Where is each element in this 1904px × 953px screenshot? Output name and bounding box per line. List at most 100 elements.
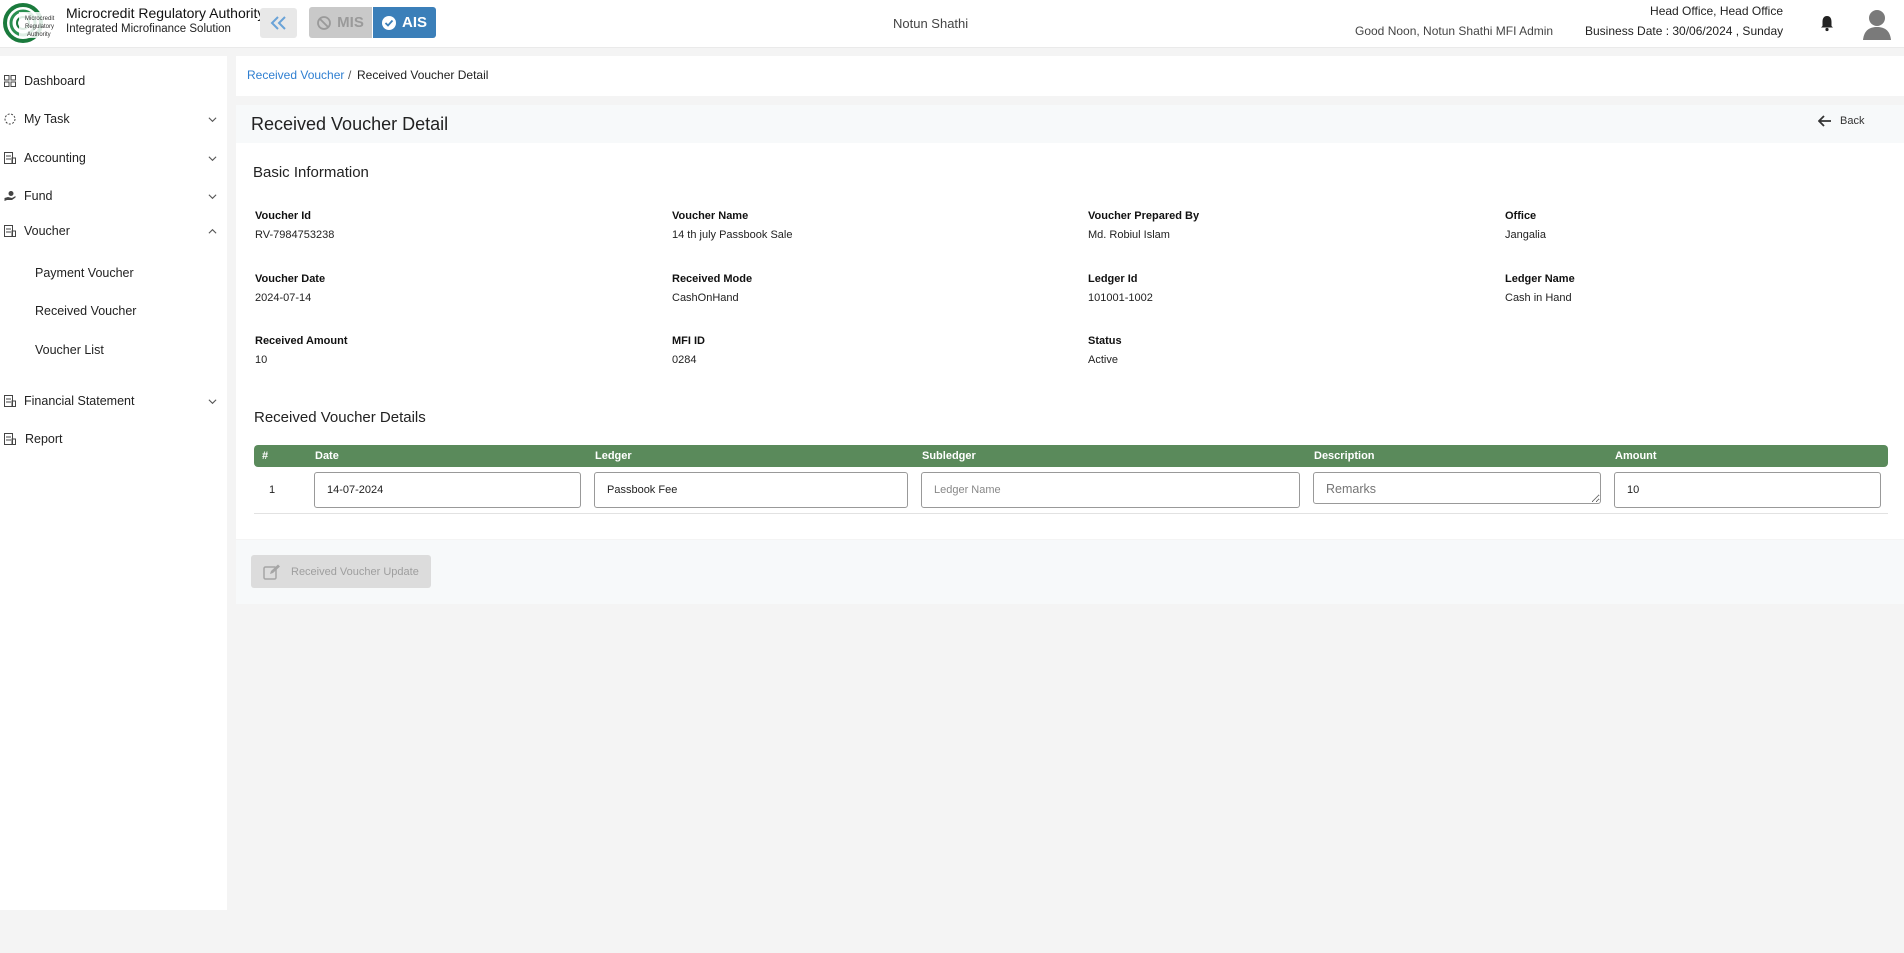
column-header-index: # — [262, 450, 269, 462]
form-footer: Received Voucher Update — [236, 540, 1904, 604]
chevron-down-icon — [208, 155, 217, 161]
field-label: Received Mode — [672, 273, 753, 285]
field-value-ledger-id: 101001-1002 — [1088, 292, 1153, 304]
field-label: Voucher Name — [672, 210, 749, 222]
field-label: Office — [1505, 210, 1537, 222]
description-textarea[interactable] — [1313, 472, 1601, 504]
chevron-up-icon — [208, 228, 217, 234]
chevron-down-icon — [208, 193, 217, 199]
user-greeting: Good Noon, Notun Shathi MFI Admin — [1355, 24, 1554, 38]
sidebar-item-financial-statement[interactable]: Financial Statement — [0, 386, 227, 416]
column-header-date: Date — [315, 450, 339, 462]
amount-input[interactable]: 10 — [1614, 472, 1881, 508]
notification-bell-icon[interactable] — [1818, 14, 1836, 32]
breadcrumb-current: Received Voucher Detail — [357, 68, 489, 82]
sidebar-subitem-voucher-list[interactable]: Voucher List — [35, 343, 104, 357]
column-header-description: Description — [1314, 450, 1375, 462]
field-value-voucher-date: 2024-07-14 — [255, 292, 312, 304]
field-value-ledger-name: Cash in Hand — [1505, 292, 1572, 304]
field-value-voucher-id: RV-7984753238 — [255, 229, 335, 241]
field-value-mfi-id: 0284 — [672, 354, 697, 366]
field-label: Status — [1088, 335, 1122, 347]
office-name: Head Office, Head Office — [1650, 4, 1783, 18]
grid-icon — [4, 75, 16, 87]
page-title: Received Voucher Detail — [251, 114, 449, 134]
sidebar-item-accounting[interactable]: Accounting — [0, 143, 227, 173]
column-header-ledger: Ledger — [595, 450, 632, 462]
organization-name: Notun Shathi — [893, 16, 969, 31]
user-avatar[interactable] — [1862, 8, 1892, 40]
check-circle-icon — [381, 15, 396, 30]
column-header-subledger: Subledger — [922, 450, 976, 462]
field-label: Ledger Id — [1088, 273, 1138, 285]
ledger-icon — [4, 152, 16, 164]
received-voucher-update-button[interactable]: Received Voucher Update — [251, 555, 431, 588]
sidebar-item-label: Voucher — [24, 224, 70, 238]
breadcrumb-separator: / — [348, 68, 352, 82]
sidebar-item-fund[interactable]: Fund — [0, 181, 227, 211]
chevron-down-icon — [208, 398, 217, 404]
sidebar-item-label: Report — [25, 432, 63, 446]
sidebar-item-my-task[interactable]: My Task — [0, 104, 227, 134]
column-header-amount: Amount — [1615, 450, 1657, 462]
field-value-voucher-name: 14 th july Passbook Sale — [672, 229, 793, 241]
field-value-office: Jangalia — [1505, 229, 1546, 241]
sidebar-item-label: Dashboard — [24, 74, 86, 88]
report-icon — [4, 433, 16, 445]
basic-information-title: Basic Information — [253, 164, 369, 181]
mis-label: MIS — [337, 14, 364, 31]
document-icon — [4, 225, 16, 237]
mis-toggle-button[interactable]: MIS — [309, 7, 372, 38]
edit-icon — [263, 564, 280, 580]
collapse-sidebar-button[interactable] — [260, 8, 297, 38]
row-divider — [254, 513, 1888, 514]
back-label: Back — [1840, 115, 1865, 127]
row-index: 1 — [269, 484, 276, 496]
ledger-input[interactable]: Passbook Fee — [594, 472, 908, 508]
spinner-icon — [4, 113, 16, 125]
ban-icon — [317, 15, 332, 30]
field-label: MFI ID — [672, 335, 705, 347]
ais-toggle-button[interactable]: AIS — [373, 7, 436, 38]
sidebar-subitem-received-voucher[interactable]: Received Voucher — [35, 304, 136, 318]
sidebar-item-report[interactable]: Report — [0, 424, 227, 454]
mra-logo: Microcredit Regulatory Authority — [3, 2, 59, 44]
field-value-received-mode: CashOnHand — [672, 292, 739, 304]
subledger-input[interactable]: Ledger Name — [921, 472, 1300, 508]
sidebar-item-label: My Task — [24, 112, 70, 126]
svg-text:Microcredit: Microcredit — [25, 16, 55, 22]
sidebar-subitem-payment-voucher[interactable]: Payment Voucher — [35, 266, 134, 280]
update-label: Received Voucher Update — [291, 565, 419, 578]
field-value-status: Active — [1088, 354, 1118, 366]
breadcrumb-link-received-voucher[interactable]: Received Voucher — [247, 68, 344, 82]
date-input[interactable]: 14-07-2024 — [314, 472, 581, 508]
ais-label: AIS — [401, 14, 427, 31]
svg-text:Regulatory: Regulatory — [25, 24, 54, 30]
report-icon — [4, 395, 16, 407]
arrow-left-icon — [1818, 115, 1831, 127]
business-date: Business Date : 30/06/2024 , Sunday — [1585, 24, 1784, 38]
double-chevron-left-icon — [270, 16, 286, 30]
field-label: Voucher Prepared By — [1088, 210, 1200, 222]
top-header: Microcredit Regulatory Authority Microcr… — [0, 0, 1904, 48]
received-voucher-details-title: Received Voucher Details — [254, 409, 426, 426]
chevron-down-icon — [208, 116, 217, 122]
field-value-received-amount: 10 — [255, 354, 268, 366]
sidebar-item-dashboard[interactable]: Dashboard — [0, 66, 227, 96]
back-button[interactable]: Back — [1818, 115, 1864, 127]
sidebar-item-label: Fund — [24, 189, 53, 203]
field-label: Voucher Date — [255, 273, 326, 285]
page-title-bar: Received Voucher Detail Back — [236, 105, 1904, 143]
svg-text:Authority: Authority — [27, 32, 51, 38]
sidebar-item-label: Financial Statement — [24, 394, 135, 408]
brand-title: Microcredit Regulatory Authority — [66, 5, 265, 21]
field-label: Received Amount — [255, 335, 348, 347]
sidebar-item-label: Accounting — [24, 151, 86, 165]
breadcrumb: Received Voucher / Received Voucher Deta… — [236, 56, 1904, 96]
sidebar-item-voucher[interactable]: Voucher — [0, 216, 227, 246]
sidebar: Dashboard My Task Accounting Fund Vouche… — [0, 56, 227, 910]
field-value-prepared-by: Md. Robiul Islam — [1088, 229, 1170, 241]
field-label: Ledger Name — [1505, 273, 1575, 285]
hand-money-icon — [4, 191, 16, 201]
details-table-header: # Date Ledger Subledger Description Amou… — [254, 445, 1888, 467]
